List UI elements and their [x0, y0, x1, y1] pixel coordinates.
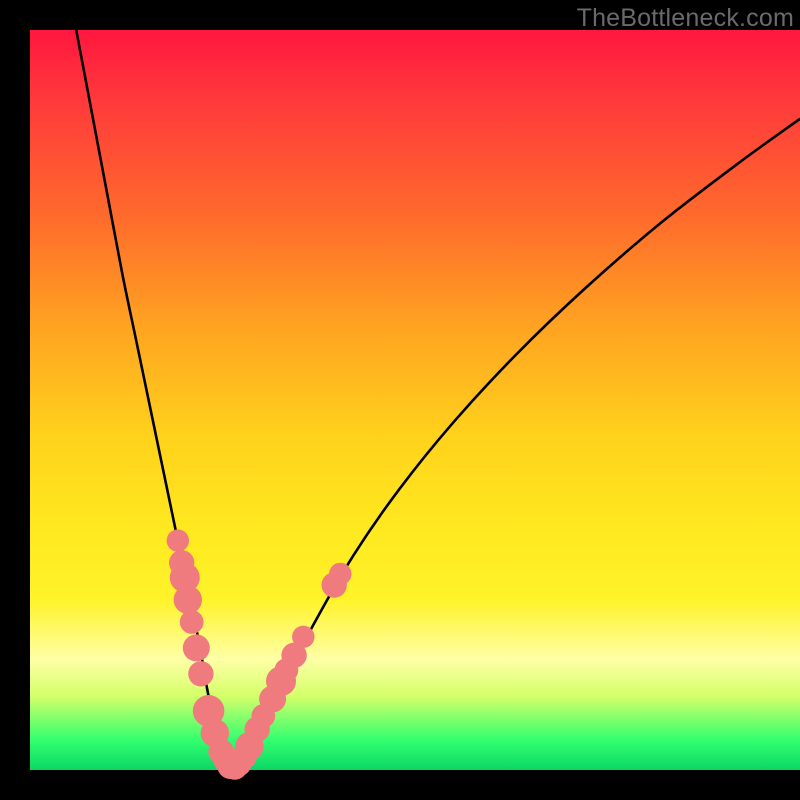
- curve-marker: [174, 586, 202, 614]
- plot-area: [30, 30, 800, 770]
- curve-marker: [188, 661, 213, 686]
- curve-marker: [329, 563, 351, 585]
- curve-markers: [167, 529, 352, 779]
- chart-frame: TheBottleneck.com: [0, 0, 800, 800]
- bottleneck-curve: [76, 30, 800, 772]
- bottleneck-curve-svg: [30, 30, 800, 770]
- attribution-label: TheBottleneck.com: [577, 4, 794, 33]
- curve-marker: [292, 626, 314, 648]
- curve-marker: [183, 634, 210, 661]
- curve-marker: [180, 610, 204, 634]
- curve-marker: [167, 529, 189, 551]
